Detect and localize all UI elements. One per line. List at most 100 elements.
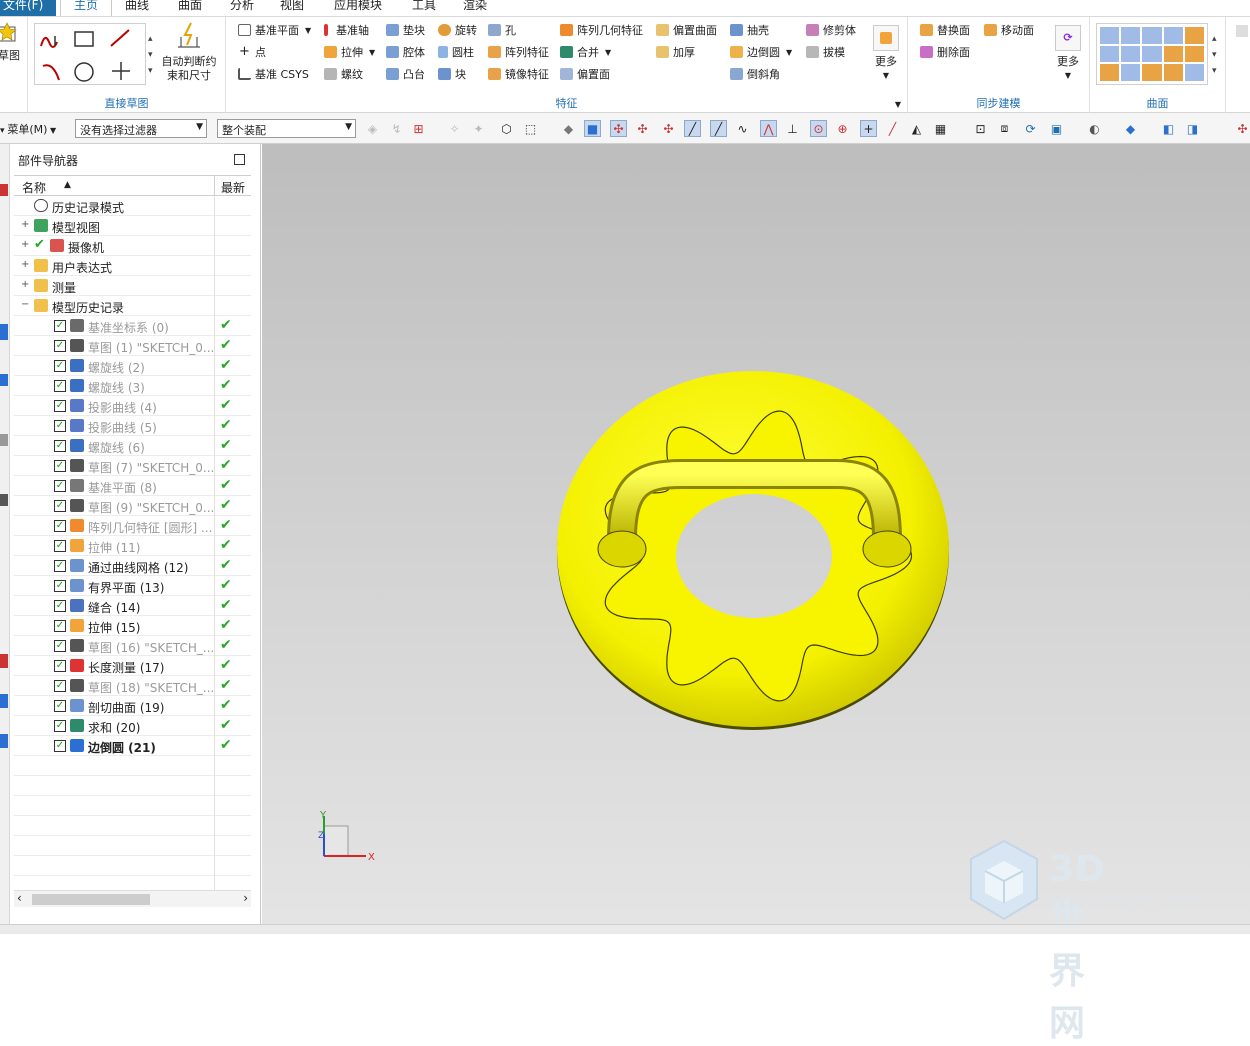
thicken-button[interactable]: 加厚 <box>656 43 695 61</box>
tab-analysis[interactable]: 分析 <box>222 0 262 16</box>
history-feature-row[interactable]: ✓ 投影曲线 (5) ✔ <box>14 416 251 436</box>
tab-render[interactable]: 渲染 <box>455 0 495 16</box>
zoom-icon[interactable]: ⧈ <box>996 120 1013 137</box>
point-icon[interactable]: ✣ <box>660 120 677 137</box>
tree-item-model-views[interactable]: + 模型视图 <box>14 216 251 236</box>
center-icon[interactable]: ⊙ <box>810 120 827 137</box>
endpoint-icon[interactable]: ╱ <box>684 120 701 137</box>
history-feature-row[interactable]: ✓ 剖切曲面 (19) ✔ <box>14 696 251 716</box>
collapse-icon[interactable]: − <box>21 299 29 310</box>
point-on-curve-icon[interactable]: ╱ <box>884 120 901 137</box>
tab-applications[interactable]: 应用模块 <box>328 0 388 16</box>
column-latest[interactable]: 最新 <box>214 176 251 195</box>
feature-visibility-checkbox[interactable]: ✓ <box>54 640 66 652</box>
tree-item-model-history[interactable]: − 模型历史记录 <box>14 296 251 316</box>
history-feature-row[interactable]: ✓ 拉伸 (15) ✔ <box>14 616 251 636</box>
expand-icon[interactable]: + <box>21 259 29 270</box>
scrollbar-thumb[interactable] <box>32 894 150 905</box>
select-icon[interactable]: ✦ <box>470 120 487 137</box>
feature-visibility-checkbox[interactable]: ✓ <box>54 400 66 412</box>
feature-visibility-checkbox[interactable]: ✓ <box>54 660 66 672</box>
fit-view-icon[interactable]: ⊡ <box>972 120 989 137</box>
replace-face-button[interactable]: 替换面 <box>920 21 970 39</box>
snap-icon[interactable]: ⊞ <box>410 120 427 137</box>
datum-axis-button[interactable]: 基准轴 <box>324 21 369 39</box>
point-button[interactable]: + 点 <box>238 43 266 61</box>
feature-visibility-checkbox[interactable]: ✓ <box>54 360 66 372</box>
overflow-icon[interactable] <box>1236 25 1248 37</box>
resource-icon[interactable] <box>0 434 8 446</box>
rectangle-icon[interactable] <box>74 31 94 47</box>
surface-gallery-scroll[interactable]: ▴ ▾ ▾ <box>1212 31 1217 79</box>
sketch-button[interactable]: 草图 <box>0 21 24 63</box>
surface-icon[interactable] <box>1121 64 1141 81</box>
thread-button[interactable]: 螺纹 <box>324 65 363 83</box>
trim-body-button[interactable]: 修剪体 <box>806 21 856 39</box>
select-icon[interactable]: ◈ <box>364 120 381 137</box>
shell-button[interactable]: 抽壳 <box>730 21 769 39</box>
point-on-face-icon[interactable]: ◭ <box>908 120 925 137</box>
resource-icon[interactable] <box>0 654 8 668</box>
solid-icon[interactable]: ◆ <box>560 120 577 137</box>
surface-icon[interactable] <box>1163 27 1183 44</box>
point-icon[interactable] <box>112 62 130 80</box>
surface-icon[interactable] <box>1142 64 1162 81</box>
rotate-icon[interactable]: ⟳ <box>1022 120 1039 137</box>
feature-visibility-checkbox[interactable]: ✓ <box>54 460 66 472</box>
offset-surface-button[interactable]: 偏置曲面 <box>656 21 717 39</box>
feature-group-expand[interactable]: ▼ <box>895 100 901 109</box>
pattern-geometry-button[interactable]: 阵列几何特征 <box>560 21 643 39</box>
expand-icon[interactable]: + <box>21 219 29 230</box>
select-icon[interactable]: ↯ <box>388 120 405 137</box>
grid-icon[interactable]: ▦ <box>932 120 949 137</box>
history-feature-row[interactable]: ✓ 有界平面 (13) ✔ <box>14 576 251 596</box>
tangent-icon[interactable]: ⊥ <box>784 120 801 137</box>
resource-icon[interactable] <box>0 494 8 506</box>
surface-icon[interactable] <box>1121 27 1141 44</box>
tree-item-cameras[interactable]: + ✔ 摄像机 <box>14 236 251 256</box>
feature-visibility-checkbox[interactable]: ✓ <box>54 740 66 752</box>
feature-visibility-checkbox[interactable]: ✓ <box>54 580 66 592</box>
body-icon[interactable]: ■ <box>584 120 601 137</box>
edge-icon[interactable]: ✣ <box>634 120 651 137</box>
tab-surface[interactable]: 曲面 <box>170 0 210 16</box>
history-feature-row[interactable]: ✓ 螺旋线 (3) ✔ <box>14 376 251 396</box>
feature-visibility-checkbox[interactable]: ✓ <box>54 540 66 552</box>
feature-visibility-checkbox[interactable]: ✓ <box>54 600 66 612</box>
history-feature-row[interactable]: ✓ 拉伸 (11) ✔ <box>14 536 251 556</box>
unite-button[interactable]: 合并 ▼ <box>560 43 611 61</box>
tab-curve[interactable]: 曲线 <box>117 0 157 16</box>
surface-icon[interactable] <box>1184 27 1204 44</box>
delete-face-button[interactable]: 删除面 <box>920 43 970 61</box>
extrude-button[interactable]: 拉伸 ▼ <box>324 43 375 61</box>
revolve-button[interactable]: 旋转 <box>438 21 477 39</box>
feature-visibility-checkbox[interactable]: ✓ <box>54 420 66 432</box>
resource-icon[interactable] <box>0 694 8 708</box>
surface-icon[interactable] <box>1100 64 1120 81</box>
shaded-icon[interactable]: ◆ <box>1122 120 1139 137</box>
expand-icon[interactable]: + <box>21 279 29 290</box>
menu-button[interactable]: ▾ 菜单(M) ▼ <box>0 121 56 137</box>
graphics-window[interactable]: X Y Z 3D世界网 WWW.3DSJW.COM <box>262 144 1250 1044</box>
horizontal-scrollbar[interactable]: ‹ › <box>14 890 251 907</box>
maximize-icon[interactable] <box>234 154 245 165</box>
polygon-select-icon[interactable]: ⬡ <box>498 120 515 137</box>
history-feature-row[interactable]: ✓ 阵列几何特征 [圆形] ... ✔ <box>14 516 251 536</box>
quadrant-icon[interactable]: ⊕ <box>834 120 851 137</box>
box-select-icon[interactable]: ⬚ <box>522 120 539 137</box>
history-feature-row[interactable]: ✓ 投影曲线 (4) ✔ <box>14 396 251 416</box>
history-feature-row[interactable]: ✓ 长度测量 (17) ✔ <box>14 656 251 676</box>
datum-plane-button[interactable]: 基准平面 ▼ <box>238 21 311 39</box>
history-feature-row[interactable]: ✓ 螺旋线 (6) ✔ <box>14 436 251 456</box>
feature-visibility-checkbox[interactable]: ✓ <box>54 440 66 452</box>
curve-icon[interactable]: ∿ <box>734 120 751 137</box>
tree-item-user-expressions[interactable]: + 用户表达式 <box>14 256 251 276</box>
resource-icon[interactable] <box>0 374 8 386</box>
cylinder-button[interactable]: 圆柱 <box>438 43 474 61</box>
line-icon[interactable] <box>110 29 130 47</box>
pocket-button[interactable]: 腔体 <box>386 43 425 61</box>
resource-icon[interactable] <box>0 324 8 340</box>
resource-icon[interactable] <box>0 734 8 748</box>
edge-blend-button[interactable]: 边倒圆 ▼ <box>730 43 792 61</box>
surface-icon[interactable] <box>1184 45 1204 63</box>
